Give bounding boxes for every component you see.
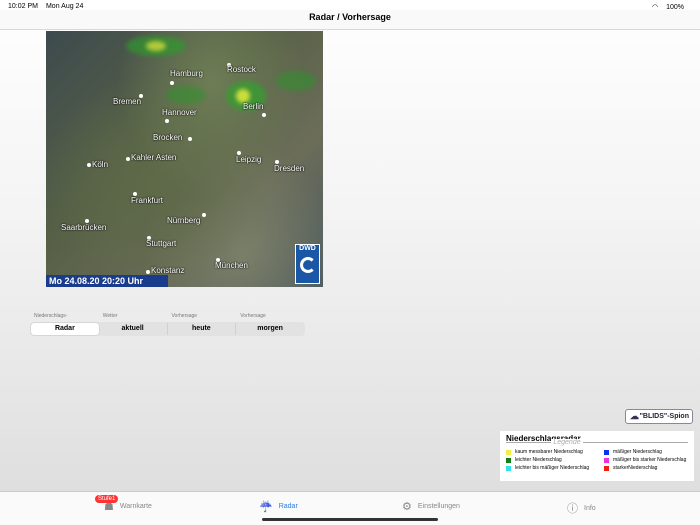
city-label: Frankfurt bbox=[131, 196, 164, 205]
legend-item: leichter bis mäßiger Niederschlag bbox=[506, 465, 604, 471]
legend-item: leichter Niederschlag bbox=[506, 457, 604, 463]
city-label: Leipzig bbox=[236, 155, 262, 164]
legend-subtitle: Legende bbox=[551, 439, 583, 446]
warning-level-badge: Stufe1 bbox=[95, 495, 119, 503]
segment-caption: Niederschlags- bbox=[34, 313, 68, 319]
view-segmented-control: Radar aktuell heute morgen bbox=[30, 322, 305, 336]
blids-label: "BLIDS"-Spion bbox=[639, 413, 689, 420]
lightning-cloud-icon: ☁ bbox=[630, 411, 639, 421]
legend-item: starkerNiederschlag bbox=[604, 465, 694, 471]
blids-spion-button[interactable]: ☁ "BLIDS"-Spion bbox=[625, 409, 693, 424]
legend-item: mäßiger Niederschlag bbox=[604, 449, 694, 455]
city-label: Saarbrücken bbox=[61, 223, 107, 232]
tab-radar[interactable]: ☔ Radar bbox=[259, 500, 298, 513]
segment-heute[interactable]: heute bbox=[166, 323, 236, 335]
city-label: Köln bbox=[92, 160, 109, 169]
segment-caption: Wetter bbox=[102, 313, 118, 319]
city-label: Bremen bbox=[113, 97, 142, 106]
city-label: Brocken bbox=[153, 133, 183, 142]
city-label: Nürnberg bbox=[167, 216, 201, 225]
dwd-logo: DWD bbox=[295, 244, 320, 284]
city-label: Hamburg bbox=[170, 69, 203, 78]
city-label: Kahler Asten bbox=[131, 153, 177, 162]
info-icon: ⓘ bbox=[567, 503, 578, 515]
city-label: München bbox=[215, 261, 248, 270]
legend-item: mäßiger bis starker Niederschlag bbox=[604, 457, 694, 463]
city-label: Konstanz bbox=[151, 266, 185, 275]
tab-einstellungen[interactable]: ⚙ Einstellungen bbox=[402, 500, 460, 513]
segment-morgen[interactable]: morgen bbox=[235, 323, 304, 335]
status-date: Mon Aug 24 bbox=[45, 3, 84, 10]
rain-cloud-icon: ☔ bbox=[259, 501, 273, 513]
gear-icon: ⚙ bbox=[402, 501, 412, 513]
segment-caption: Vorhersage bbox=[240, 313, 266, 319]
home-indicator[interactable] bbox=[262, 518, 438, 521]
city-label: Stuttgart bbox=[146, 239, 177, 248]
legend-item: kaum messbarer Niederschlag bbox=[506, 449, 604, 455]
segment-aktuell[interactable]: aktuell bbox=[99, 323, 167, 335]
radar-legend: Niederschlagsradar Legende kaum messbare… bbox=[500, 431, 694, 481]
radar-timestamp: Mo 24.08.20 20:20 Uhr bbox=[46, 275, 168, 287]
city-label: Berlin bbox=[243, 102, 264, 111]
radar-map[interactable]: Rostock Hamburg Bremen Hannover Berlin B… bbox=[46, 31, 323, 287]
status-time: 10:02 PM bbox=[8, 3, 38, 10]
city-label: Dresden bbox=[274, 164, 305, 173]
segment-caption: Vorhersage bbox=[171, 313, 198, 319]
segment-radar[interactable]: Radar bbox=[31, 323, 99, 335]
nav-title: Radar / Vorhersage bbox=[0, 10, 700, 30]
segment-captions: Niederschlags- Wetter Vorhersage Vorhers… bbox=[30, 313, 305, 319]
tab-info[interactable]: ⓘ Info bbox=[567, 500, 596, 516]
city-label: Rostock bbox=[227, 65, 256, 74]
city-label: Hannover bbox=[162, 108, 197, 117]
